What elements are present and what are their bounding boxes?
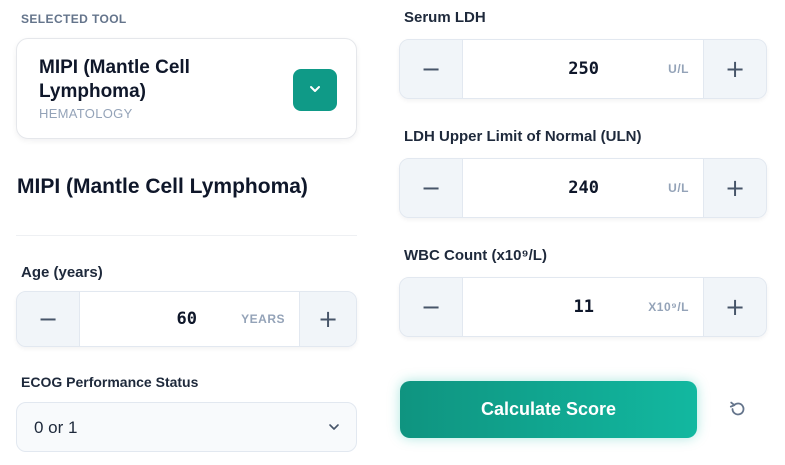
ldh-uln-value: 240 bbox=[568, 178, 599, 198]
selected-tool-category: HEMATOLOGY bbox=[39, 106, 133, 121]
ldh-unit: U/L bbox=[668, 62, 689, 76]
wbc-input[interactable]: 11 X10⁹/L bbox=[462, 278, 704, 336]
ldh-uln-increment-button[interactable]: + bbox=[704, 159, 766, 217]
ldh-increment-button[interactable]: + bbox=[704, 40, 766, 98]
ldh-uln-label: LDH Upper Limit of Normal (ULN) bbox=[404, 128, 642, 145]
ldh-input[interactable]: 250 U/L bbox=[462, 40, 704, 98]
age-input[interactable]: 60 YEARS bbox=[79, 292, 300, 346]
ldh-uln-stepper: − 240 U/L + bbox=[399, 158, 767, 218]
ldh-uln-input[interactable]: 240 U/L bbox=[462, 159, 704, 217]
ldh-stepper: − 250 U/L + bbox=[399, 39, 767, 99]
ldh-value: 250 bbox=[568, 59, 599, 79]
ecog-select[interactable]: 0 or 1 bbox=[16, 402, 357, 452]
ecog-selected-value: 0 or 1 bbox=[34, 418, 78, 437]
ecog-label: ECOG Performance Status bbox=[21, 374, 199, 390]
wbc-label: WBC Count (x10⁹/L) bbox=[404, 247, 547, 264]
wbc-stepper: − 11 X10⁹/L + bbox=[399, 277, 767, 337]
ldh-label: Serum LDH bbox=[404, 9, 486, 26]
selected-tool-card[interactable]: MIPI (Mantle Cell Lymphoma) HEMATOLOGY bbox=[16, 38, 357, 139]
age-label: Age (years) bbox=[21, 264, 103, 281]
age-stepper: − 60 YEARS + bbox=[16, 291, 357, 347]
age-increment-button[interactable]: + bbox=[300, 292, 356, 346]
selected-tool-name: MIPI (Mantle Cell Lymphoma) bbox=[39, 57, 190, 102]
ldh-decrement-button[interactable]: − bbox=[400, 40, 462, 98]
wbc-increment-button[interactable]: + bbox=[704, 278, 766, 336]
age-value: 60 bbox=[176, 309, 197, 329]
tool-selector-toggle-button[interactable] bbox=[293, 69, 337, 111]
age-unit: YEARS bbox=[241, 312, 285, 326]
wbc-value: 11 bbox=[573, 297, 594, 317]
ldh-uln-unit: U/L bbox=[668, 181, 689, 195]
selected-tool-label: SELECTED TOOL bbox=[21, 12, 127, 26]
wbc-unit: X10⁹/L bbox=[648, 300, 689, 314]
chevron-down-icon bbox=[308, 82, 322, 99]
wbc-decrement-button[interactable]: − bbox=[400, 278, 462, 336]
divider bbox=[16, 235, 357, 236]
page-title: MIPI (Mantle Cell Lymphoma) bbox=[17, 175, 308, 198]
reset-button[interactable] bbox=[726, 398, 750, 422]
age-decrement-button[interactable]: − bbox=[17, 292, 79, 346]
ldh-uln-decrement-button[interactable]: − bbox=[400, 159, 462, 217]
calculate-score-button[interactable]: Calculate Score bbox=[400, 381, 697, 438]
reset-icon bbox=[728, 399, 748, 422]
chevron-down-icon bbox=[328, 420, 340, 438]
